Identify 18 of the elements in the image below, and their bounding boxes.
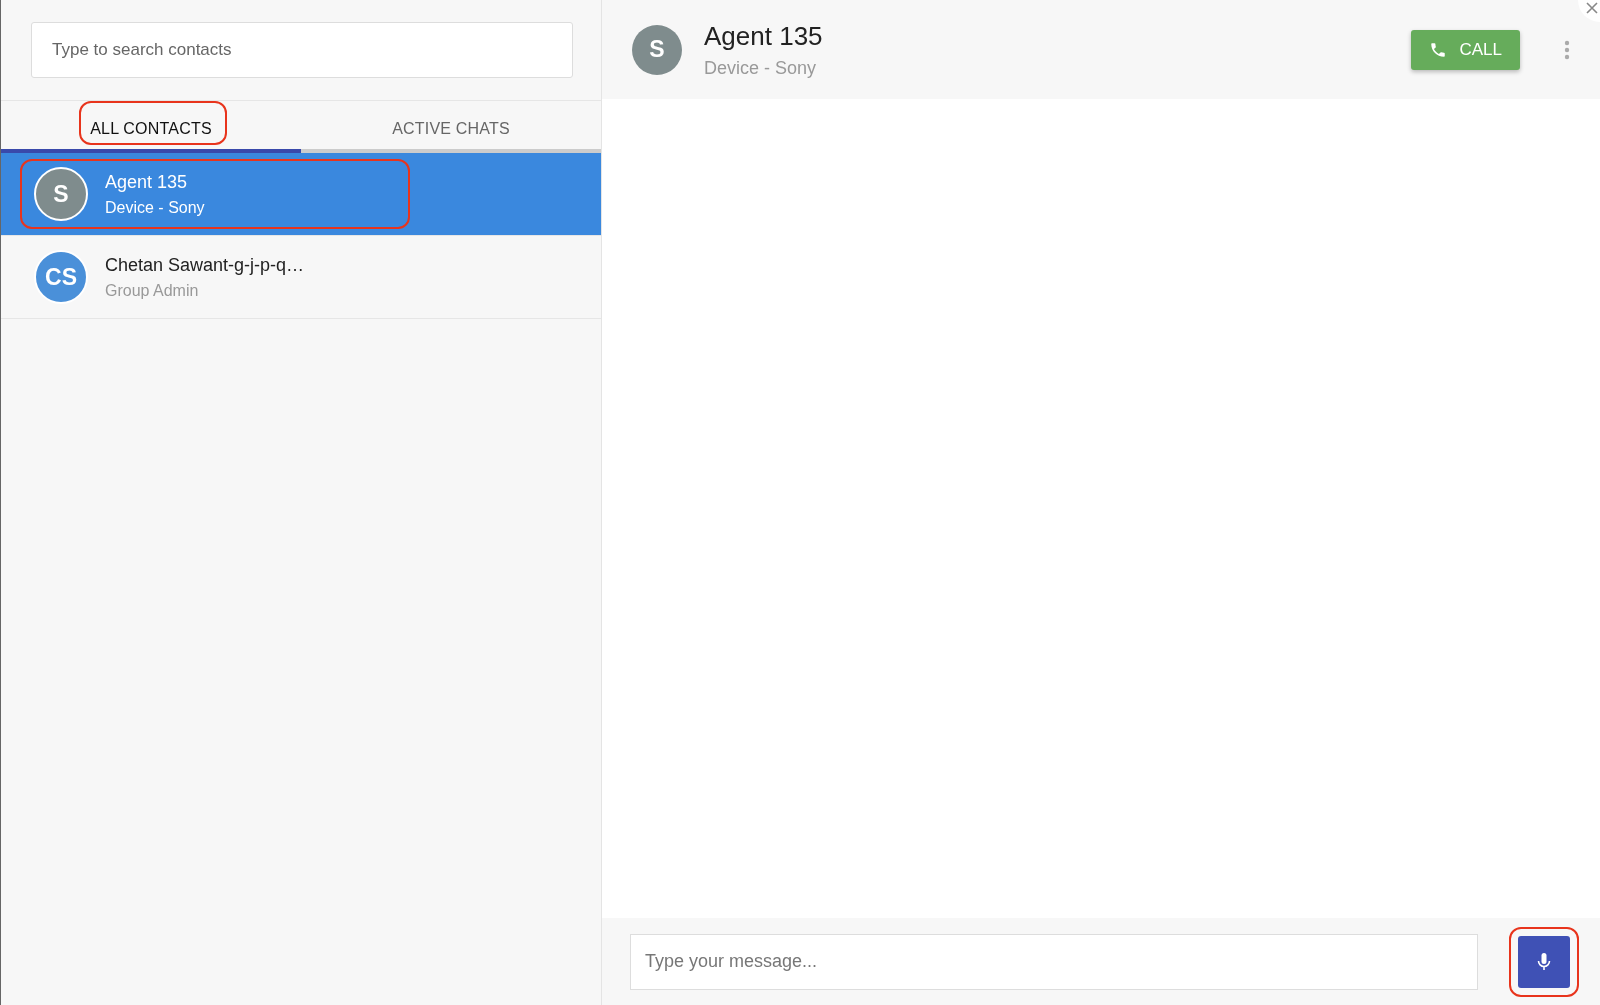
close-icon <box>1586 2 1598 14</box>
microphone-icon <box>1537 952 1551 971</box>
contact-subtitle: Group Admin <box>105 281 200 300</box>
phone-icon <box>1429 40 1448 59</box>
chat-contact-name: Agent 135 <box>704 20 823 52</box>
message-field[interactable]: Type your message... <box>630 933 1478 990</box>
contact-name: Chetan Sawant-g-j-p-q… <box>105 254 305 276</box>
avatar: S <box>632 24 682 75</box>
contact-subtitle: Device - Sony <box>105 198 205 217</box>
contact-name: Agent 135 <box>105 171 189 193</box>
avatar: S <box>34 167 88 221</box>
chat-contact-subtitle: Device - Sony <box>704 57 818 79</box>
microphone-button[interactable] <box>1518 935 1570 988</box>
call-button[interactable]: CALL <box>1411 29 1520 70</box>
search-field[interactable]: Type to search contacts <box>31 22 573 78</box>
avatar: CS <box>34 250 88 304</box>
contact-row[interactable]: S Agent 135 Device - Sony <box>1 153 601 236</box>
more-options-icon[interactable] <box>1564 39 1570 60</box>
